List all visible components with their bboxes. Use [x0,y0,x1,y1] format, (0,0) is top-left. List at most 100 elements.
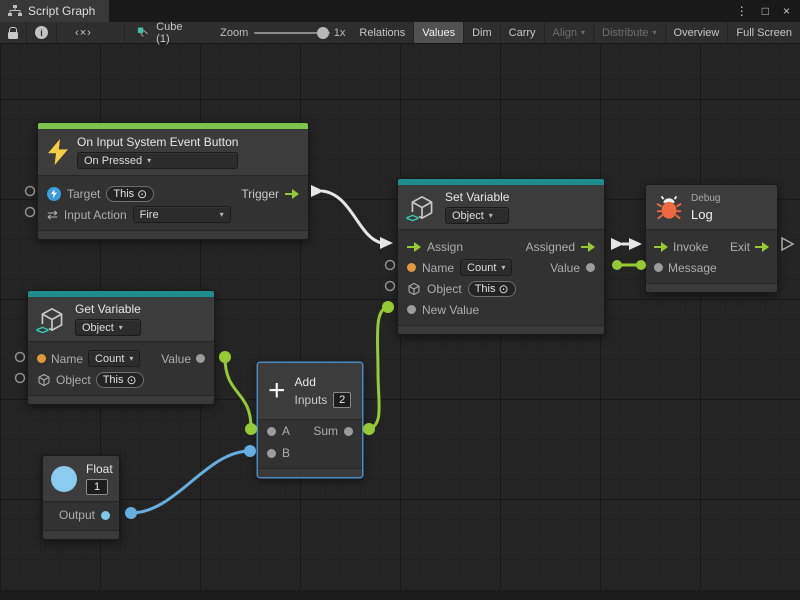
node-footer [38,230,308,239]
sum-wire-endpoint[interactable] [363,423,375,435]
align-button[interactable]: Align▾ [544,22,593,43]
b-wire-endpoint[interactable] [244,445,256,457]
node-set-variable[interactable]: <> Set Variable Object▾ Assign Assigned … [397,178,605,335]
node-on-input-system-event-button[interactable]: On Input System Event Button On Pressed▾… [37,122,309,240]
plus-icon: + [268,378,286,404]
zoom-fit-button[interactable]: ‹×› [56,22,110,43]
lock-button[interactable] [0,22,26,43]
message-wire-endpoint[interactable] [636,260,646,270]
new-value-label: New Value [422,303,479,317]
zoom-slider[interactable] [254,22,329,43]
variable-kind-dropdown[interactable]: Object ▾ [75,319,141,336]
value-output-port[interactable] [586,263,595,272]
variable-kind-dropdown[interactable]: Object▾ [445,207,509,224]
event-mode-dropdown[interactable]: On Pressed▾ [77,152,238,169]
inputs-count-field[interactable]: 2 [333,392,351,408]
object-chip[interactable]: This⊙ [468,281,516,297]
chevron-down-icon: ▾ [581,28,585,37]
b-row: B [258,442,362,464]
node-float[interactable]: Float 1 Output [42,455,120,540]
output-port[interactable] [101,511,110,520]
sum-output-port[interactable] [344,427,353,436]
float-wire-endpoint[interactable] [125,507,137,519]
node-add[interactable]: + Add Inputs 2 A Sum B [257,362,363,478]
assigned-label: Assigned [526,240,575,254]
dim-button[interactable]: Dim [463,22,500,43]
name-row: Name Count▾ Value [28,348,214,369]
target-label: Target [67,187,100,201]
target-object-chip[interactable]: This⊙ [106,186,154,202]
object-chip[interactable]: This⊙ [96,372,144,388]
input-system-icon [47,187,61,201]
value-wire-endpoint[interactable] [612,260,622,270]
window-controls: ⋮ □ × [736,0,800,22]
assign-input-port[interactable] [407,242,421,252]
output-row: Output [43,504,119,526]
getvalue-wire-endpoint[interactable] [219,351,231,363]
invoke-input-port[interactable] [654,242,668,252]
fullscreen-button[interactable]: Full Screen [727,22,800,43]
name-label: Name [51,352,83,366]
target-picker-icon: ⊙ [137,188,147,200]
variable-name-dropdown[interactable]: Count▾ [460,259,512,276]
trigger-label: Trigger [241,187,279,201]
b-input-port[interactable] [267,449,276,458]
node-debug-log[interactable]: Debug Log Invoke Exit Message [645,184,778,293]
kebab-menu-icon[interactable]: ⋮ [736,4,748,18]
carry-button[interactable]: Carry [500,22,544,43]
inputs-label: Inputs [295,393,328,407]
message-input-port[interactable] [654,263,663,272]
close-icon[interactable]: × [783,4,790,18]
variable-kind-value: Object [452,210,484,222]
invoke-label: Invoke [673,240,708,254]
bug-icon [656,195,682,220]
maximize-icon[interactable]: □ [762,4,769,18]
assign-label: Assign [427,240,463,254]
exit-output-port[interactable] [755,242,769,252]
graph-owner[interactable]: Cube (1) [124,22,206,43]
variable-kind-value: Object [82,322,114,334]
info-icon: i [35,26,48,39]
canvas-bottom-edge [0,590,800,600]
object-value: This [475,283,496,295]
code-tag-icon: <> [35,324,49,336]
input-action-label: Input Action [64,208,127,222]
newvalue-wire-endpoint[interactable] [382,301,394,313]
distribute-label: Distribute [602,27,648,39]
b-label: B [282,446,290,460]
name-input-port[interactable] [407,263,416,272]
node-footer [258,468,362,477]
object-variable-icon: <> [38,306,66,333]
toolbar-button-group: Relations Values Dim Carry Align▾ Distri… [351,22,800,43]
graph-toolbar: i ‹×› Cube (1) Zoom 1x Relations Values … [0,22,800,44]
info-button[interactable]: i [26,22,56,43]
new-value-input-port[interactable] [407,305,416,314]
values-button[interactable]: Values [413,22,463,43]
target-value: This [113,188,134,200]
distribute-button[interactable]: Distribute▾ [593,22,664,43]
overview-button[interactable]: Overview [665,22,728,43]
node-category: Debug [691,193,720,204]
input-action-row: ⇄ Input Action Fire▾ [38,204,308,225]
tab-script-graph[interactable]: Script Graph [0,0,109,22]
variable-name-dropdown[interactable]: Count▾ [88,350,140,367]
assigned-output-port[interactable] [581,242,595,252]
relations-button[interactable]: Relations [351,22,413,43]
float-value-field[interactable]: 1 [86,479,108,495]
target-picker-icon: ⊙ [498,283,508,295]
value-output-port[interactable] [196,354,205,363]
chevron-down-icon: ▾ [119,323,123,332]
name-label: Name [422,261,454,275]
target-picker-icon: ⊙ [126,374,136,386]
target-row: Target This⊙ Trigger [38,183,308,204]
input-action-dropdown[interactable]: Fire▾ [133,206,231,223]
cube-icon [37,373,51,387]
zoom-slider-handle[interactable] [317,27,329,39]
name-input-port[interactable] [37,354,46,363]
a-input-port[interactable] [267,427,276,436]
a-wire-endpoint[interactable] [245,423,257,435]
object-label: Object [56,373,91,387]
object-row: Object This⊙ [28,369,214,390]
node-get-variable[interactable]: <> Get Variable Object▾ Name Count▾ Valu… [27,290,215,405]
trigger-output-port[interactable] [285,189,299,199]
